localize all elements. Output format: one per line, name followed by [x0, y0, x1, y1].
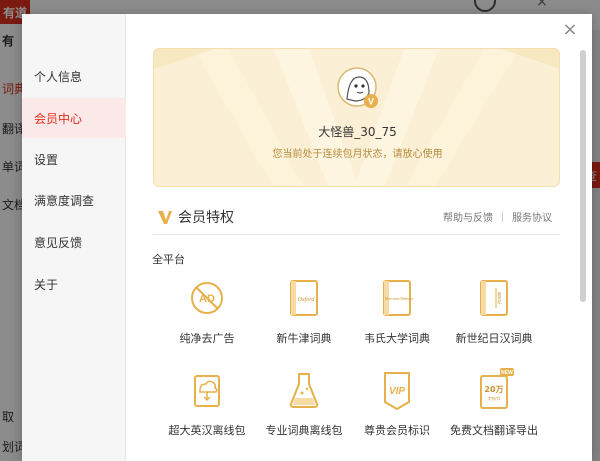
- sidebar-item-feedback[interactable]: 意见反馈: [22, 222, 126, 262]
- feature-label: 韦氏大学词典: [364, 332, 430, 345]
- privileges-title: 会员特权: [178, 210, 234, 226]
- privileges-links: 帮助与反馈 服务协议: [443, 209, 552, 224]
- offline-package-icon: [194, 375, 220, 407]
- vip-v-badge: V: [368, 97, 374, 107]
- feature-oxford[interactable]: Oxford 新牛津词典: [256, 276, 352, 346]
- help-feedback-link[interactable]: 帮助与反馈: [443, 209, 493, 224]
- feature-label: 新牛津词典: [276, 332, 332, 345]
- membership-banner: V 大怪兽_30_75 您当前处于连续包月状态，请放心使用: [153, 48, 560, 187]
- ad-free-icon: AD: [191, 282, 223, 314]
- service-agreement-link[interactable]: 服务协议: [512, 209, 552, 224]
- feature-ad-free[interactable]: AD 纯净去广告: [159, 276, 255, 346]
- platform-label: 全平台: [152, 253, 185, 266]
- sidebar-item-membership[interactable]: 会员中心: [22, 98, 126, 138]
- settings-dialog: × 个人信息 会员中心 设置 满意度调查 意见反馈 关于 V 大怪兽_30_75: [22, 14, 592, 461]
- user-avatar-icon: V: [337, 67, 378, 108]
- sidebar-item-survey[interactable]: 满意度调查: [22, 180, 126, 220]
- sidebar-item-profile[interactable]: 个人信息: [22, 56, 126, 96]
- feature-label: 新世纪日汉词典: [455, 332, 533, 345]
- svg-text:Merriam-Webster: Merriam-Webster: [385, 296, 414, 301]
- svg-text:20万: 20万: [484, 385, 503, 394]
- feature-offline-package[interactable]: 超大英汉离线包: [159, 368, 255, 438]
- jp-dict-icon: 新世纪: [480, 280, 508, 316]
- svg-text:Oxford: Oxford: [298, 296, 316, 303]
- feature-jp-dict[interactable]: 新世纪 新世纪日汉词典: [446, 276, 542, 346]
- webster-dict-icon: Merriam-Webster: [383, 280, 414, 316]
- new-tag: NEW: [501, 370, 513, 376]
- svg-text:字符/月: 字符/月: [487, 395, 500, 401]
- feature-label: 尊贵会员标识: [364, 424, 430, 437]
- svg-text:新世纪: 新世纪: [498, 291, 503, 304]
- doc-translate-icon: 20万 字符/月 NEW: [480, 368, 514, 409]
- svg-text:AD: AD: [199, 293, 215, 305]
- scrollbar-thumb[interactable]: [580, 50, 586, 302]
- feature-label: 纯净去广告: [179, 332, 235, 345]
- feature-label: 免费文档翻译导出: [450, 424, 538, 437]
- vip-badge-icon: VIP: [384, 372, 410, 411]
- membership-status: 您当前处于连续包月状态，请放心使用: [272, 149, 443, 160]
- feature-label: 超大英汉离线包: [168, 424, 246, 437]
- oxford-dict-icon: Oxford: [290, 280, 318, 316]
- feature-label: 专业词典离线包: [265, 424, 343, 437]
- sidebar-item-about[interactable]: 关于: [22, 264, 126, 304]
- username: 大怪兽_30_75: [318, 125, 397, 139]
- feature-webster[interactable]: Merriam-Webster 韦氏大学词典: [349, 276, 445, 346]
- sidebar-item-settings[interactable]: 设置: [22, 139, 126, 179]
- vip-v-icon: [158, 211, 172, 224]
- close-icon[interactable]: ×: [562, 21, 578, 39]
- feature-doc-translate[interactable]: 20万 字符/月 NEW 免费文档翻译导出: [446, 368, 542, 438]
- feature-vip-badge[interactable]: VIP 尊贵会员标识: [349, 368, 445, 438]
- privileges-header: 会员特权 帮助与反馈 服务协议: [153, 205, 560, 235]
- flask-icon: [289, 373, 319, 408]
- link-divider: [502, 211, 503, 222]
- svg-text:VIP: VIP: [389, 386, 405, 397]
- feature-pro-dict-offline[interactable]: 专业词典离线包: [256, 368, 352, 438]
- settings-sidebar: 个人信息 会员中心 设置 满意度调查 意见反馈 关于: [22, 14, 126, 461]
